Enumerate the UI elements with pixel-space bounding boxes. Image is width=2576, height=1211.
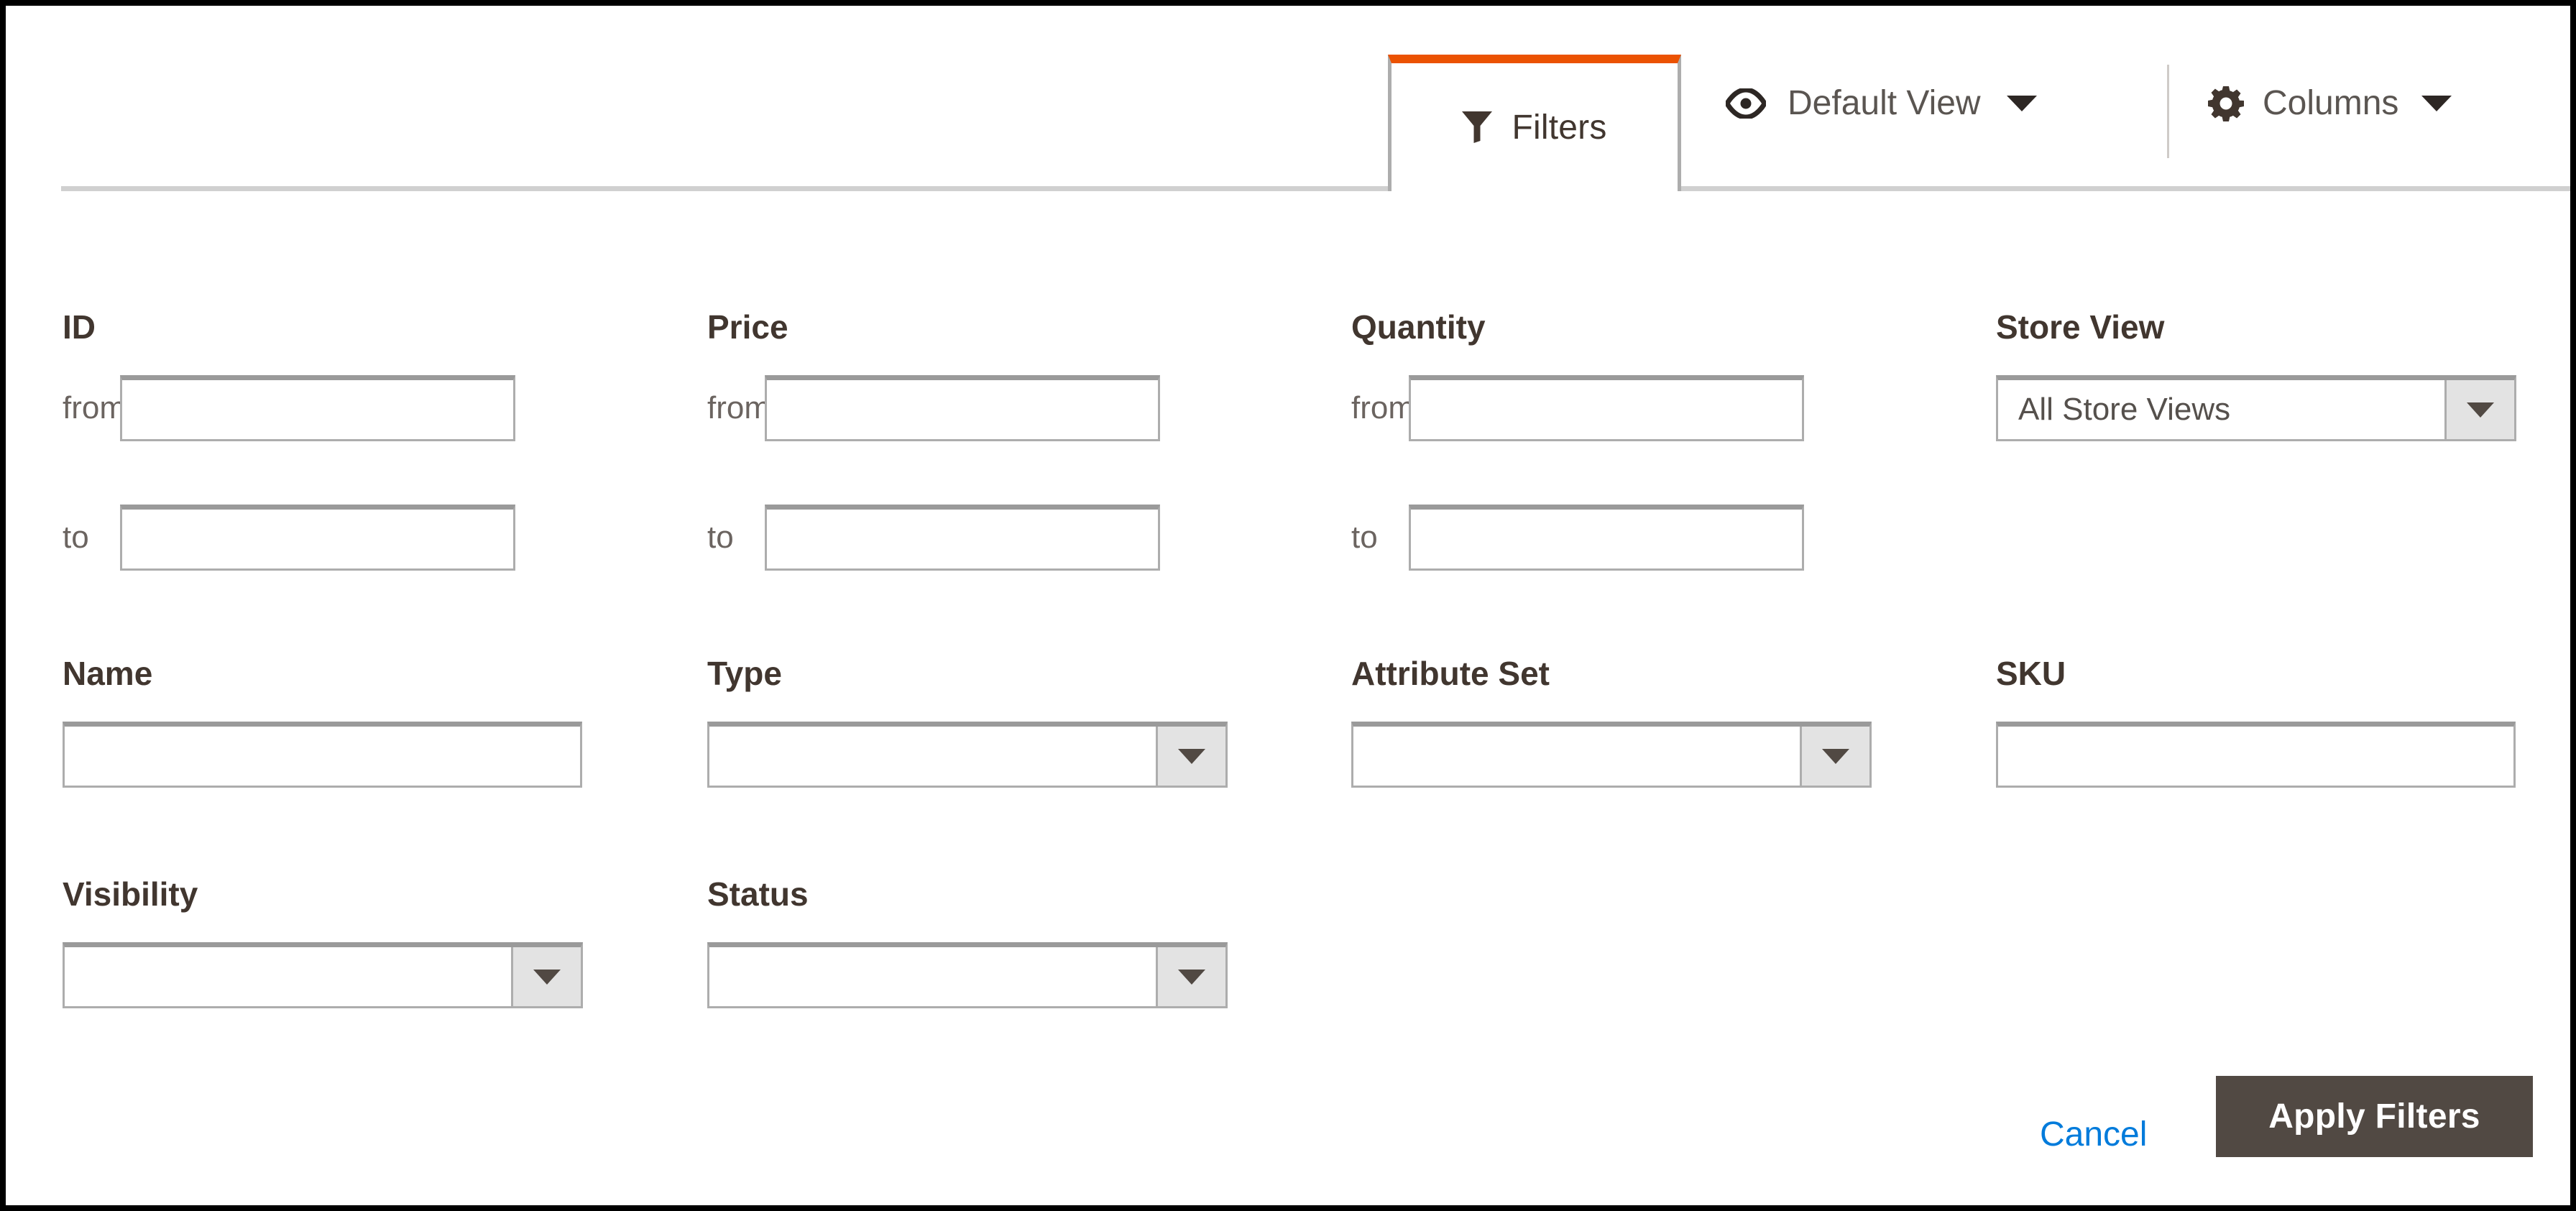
columns-control[interactable]: Columns [2208,83,2452,123]
filter-attribute-set-label: Attribute Set [1351,655,1550,692]
filter-attribute-set-value [1353,727,1800,786]
filter-visibility-select[interactable] [63,942,583,1008]
filter-sku-label: SKU [1996,655,2066,692]
dropdown-arrow-icon[interactable] [1800,727,1869,786]
filter-price: Price from to [707,310,1160,571]
filter-visibility-label: Visibility [63,875,198,913]
filter-attribute-set: Attribute Set [1351,657,1872,788]
toolbar-divider-right [1681,186,2570,191]
filter-quantity-label: Quantity [1351,308,1486,346]
toolbar-divider-left [61,186,1388,191]
dropdown-arrow-icon[interactable] [511,947,581,1006]
filter-sku: SKU [1996,657,2516,788]
filter-visibility: Visibility [63,878,583,1008]
filter-quantity-to-input[interactable] [1409,505,1804,571]
filter-status-label: Status [707,875,809,913]
filter-type-select[interactable] [707,722,1228,788]
toolbar-separator [2167,65,2169,158]
filter-quantity: Quantity from to [1351,310,1804,571]
tab-filters[interactable]: Filters [1388,55,1681,191]
tab-filters-label: Filters [1512,108,1607,147]
default-view-label: Default View [1788,84,1981,122]
filter-id-label: ID [63,308,96,346]
filter-type-label: Type [707,655,782,692]
chevron-down-icon [2421,95,2452,111]
filter-visibility-value [65,947,511,1006]
cancel-button[interactable]: Cancel [2040,1115,2147,1154]
dropdown-arrow-icon[interactable] [2444,380,2514,439]
default-view-control[interactable]: Default View [1726,83,2037,123]
grid-toolbar: Filters Default View Columns [6,6,2570,191]
funnel-icon [1462,111,1493,143]
filters-form: ID from to Price from to Quantity from t… [6,191,2570,1205]
filter-type: Type [707,657,1228,788]
columns-label: Columns [2263,84,2399,122]
filter-id-from-input[interactable] [120,375,515,441]
filter-id-from-label: from [63,390,126,425]
filter-type-value [709,727,1156,786]
filter-store-view: Store View All Store Views [1996,310,2516,441]
apply-filters-button[interactable]: Apply Filters [2216,1076,2533,1157]
filter-price-to-input[interactable] [765,505,1160,571]
filter-store-view-select[interactable]: All Store Views [1996,375,2516,441]
dropdown-arrow-icon[interactable] [1156,947,1225,1006]
filter-quantity-from-input[interactable] [1409,375,1804,441]
filter-id: ID from to [63,310,515,571]
filter-id-to-input[interactable] [120,505,515,571]
filter-price-to-label: to [707,520,734,555]
filter-attribute-set-select[interactable] [1351,722,1872,788]
filter-store-view-value: All Store Views [2018,392,2231,427]
filter-status: Status [707,878,1228,1008]
gear-icon [2208,86,2244,121]
filter-name-input[interactable] [63,722,582,788]
filter-quantity-from-label: from [1351,390,1414,425]
eye-icon [1726,88,1766,119]
filter-store-view-label: Store View [1996,308,2165,346]
dropdown-arrow-icon[interactable] [1156,727,1225,786]
filter-price-from-input[interactable] [765,375,1160,441]
filter-quantity-to-label: to [1351,520,1378,555]
filter-price-label: Price [707,308,788,346]
filter-id-to-label: to [63,520,89,555]
chevron-down-icon [2006,95,2037,111]
filter-name-label: Name [63,655,153,692]
filter-name: Name [63,657,582,788]
filter-price-from-label: from [707,390,770,425]
filter-sku-input[interactable] [1996,722,2516,788]
filters-panel: Filters Default View Columns ID from to … [0,0,2576,1211]
filter-status-select[interactable] [707,942,1228,1008]
filter-status-value [709,947,1156,1006]
